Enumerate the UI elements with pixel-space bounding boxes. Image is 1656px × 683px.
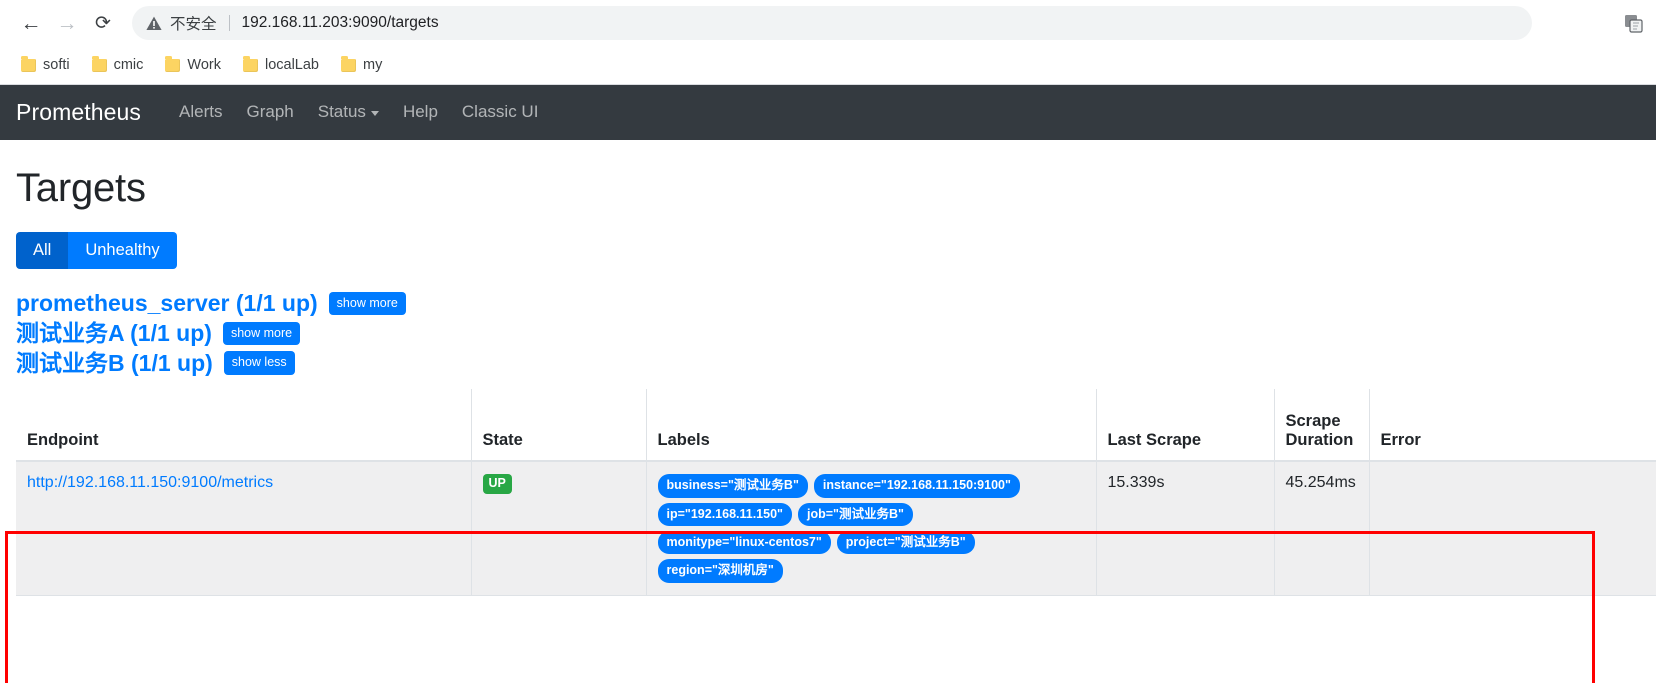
cell-state: UP [471, 461, 647, 596]
column-header-labels: Labels [646, 389, 1097, 463]
column-header-state: State [471, 389, 647, 463]
nav-label: Help [402, 102, 438, 121]
nav-label: Status [317, 102, 366, 121]
job-list: prometheus_server (1/1 up) show more 测试业… [16, 289, 1656, 596]
bookmark-label: my [363, 57, 383, 73]
job-toggle-button[interactable]: show more [222, 321, 301, 345]
label-chip-ip[interactable]: ip="192.168.11.150" [657, 502, 792, 527]
job-header-test-business-b: 测试业务B (1/1 up) show less [16, 349, 1640, 378]
bookmark-label: softi [43, 57, 70, 73]
column-header-error: Error [1369, 389, 1656, 463]
security-status-label: 不安全 [170, 16, 217, 33]
nav-label: Classic UI [461, 102, 539, 121]
filter-unhealthy-button[interactable]: Unhealthy [68, 232, 177, 270]
bookmark-item[interactable]: my [332, 53, 391, 77]
targets-table: Endpoint State Labels Last Scrape Scrape… [16, 389, 1656, 596]
job-title[interactable]: 测试业务A (1/1 up) [16, 319, 212, 348]
status-badge: UP [482, 474, 512, 494]
omnibox-divider [228, 15, 230, 31]
endpoint-link[interactable]: http://192.168.11.150:9100/metrics [27, 474, 273, 491]
table-header-row: Endpoint State Labels Last Scrape Scrape… [16, 389, 1656, 463]
nav-label: Alerts [179, 102, 223, 121]
page-title: Targets [16, 166, 146, 210]
job-header-prometheus-server: prometheus_server (1/1 up) show more [16, 289, 1640, 318]
bookmarks-bar: softi cmic Work localLab my [0, 46, 1656, 84]
not-secure-warning-icon [146, 16, 162, 31]
folder-icon [21, 56, 36, 72]
label-chip-instance[interactable]: instance="192.168.11.150:9100" [813, 474, 1020, 498]
bookmark-item[interactable]: cmic [83, 53, 153, 77]
browser-toolbar: ← → ⟳ 不安全 192.168.11.203:9090/targets [0, 0, 1656, 46]
prometheus-navbar: Prometheus Alerts Graph Status Help Clas… [0, 84, 1656, 140]
folder-icon [341, 56, 356, 72]
chrome-divider [0, 84, 1656, 85]
job-title[interactable]: prometheus_server (1/1 up) [16, 289, 318, 318]
label-chip-region[interactable]: region="深圳机房" [657, 559, 783, 583]
forward-arrow-icon[interactable]: → [50, 6, 84, 40]
column-header-endpoint: Endpoint [16, 389, 472, 463]
folder-icon [91, 56, 107, 72]
extension-icon[interactable] [1622, 12, 1646, 36]
nav-item-status[interactable]: Status [306, 94, 391, 130]
chevron-down-icon [370, 111, 379, 116]
nav-label: Graph [246, 102, 294, 121]
nav-item-alerts[interactable]: Alerts [167, 94, 234, 130]
job-toggle-button[interactable]: show more [328, 291, 406, 316]
nav-item-help[interactable]: Help [391, 94, 450, 130]
bookmark-label: cmic [113, 57, 144, 73]
folder-icon [165, 56, 181, 72]
cell-last-scrape: 15.339s [1096, 461, 1275, 596]
filter-all-button[interactable]: All [16, 232, 69, 270]
back-arrow-icon[interactable]: ← [14, 6, 48, 40]
bookmark-item[interactable]: localLab [234, 53, 328, 77]
brand-prometheus[interactable]: Prometheus [16, 99, 141, 126]
cell-error [1369, 461, 1656, 596]
bookmark-item[interactable]: softi [12, 53, 79, 77]
page-content: Targets All Unhealthy prometheus_server … [0, 166, 1656, 683]
reload-icon[interactable]: ⟳ [86, 6, 120, 40]
label-chip-project[interactable]: project="测试业务B" [836, 531, 975, 555]
label-chip-monitype[interactable]: monitype="linux-centos7" [657, 531, 831, 555]
table-row: http://192.168.11.150:9100/metrics UP bu… [16, 461, 1656, 596]
url-text[interactable]: 192.168.11.203:9090/targets [242, 14, 439, 32]
address-bar[interactable]: 不安全 192.168.11.203:9090/targets [132, 6, 1532, 40]
column-header-last-scrape: Last Scrape [1096, 389, 1275, 463]
label-chip-job[interactable]: job="测试业务B" [797, 502, 913, 527]
cell-endpoint: http://192.168.11.150:9100/metrics [16, 461, 472, 596]
column-header-scrape-duration: Scrape Duration [1274, 389, 1370, 463]
cell-scrape-duration: 45.254ms [1274, 461, 1370, 596]
label-chip-business[interactable]: business="测试业务B" [657, 474, 808, 498]
job-title[interactable]: 测试业务B (1/1 up) [16, 349, 213, 378]
nav-item-graph[interactable]: Graph [234, 94, 305, 130]
bookmark-item[interactable]: Work [156, 53, 230, 77]
folder-icon [242, 56, 258, 72]
nav-item-classic-ui[interactable]: Classic UI [450, 94, 551, 130]
browser-chrome: ← → ⟳ 不安全 192.168.11.203:9090/targets so… [0, 0, 1656, 85]
bookmark-label: localLab [264, 57, 319, 73]
cell-labels: business="测试业务B" instance="192.168.11.15… [646, 461, 1097, 596]
job-toggle-button[interactable]: show less [223, 351, 295, 375]
filter-button-group: All Unhealthy [16, 232, 177, 270]
labels-container: business="测试业务B" instance="192.168.11.15… [657, 474, 1058, 583]
job-header-test-business-a: 测试业务A (1/1 up) show more [16, 319, 1640, 348]
bookmark-label: Work [187, 57, 221, 73]
